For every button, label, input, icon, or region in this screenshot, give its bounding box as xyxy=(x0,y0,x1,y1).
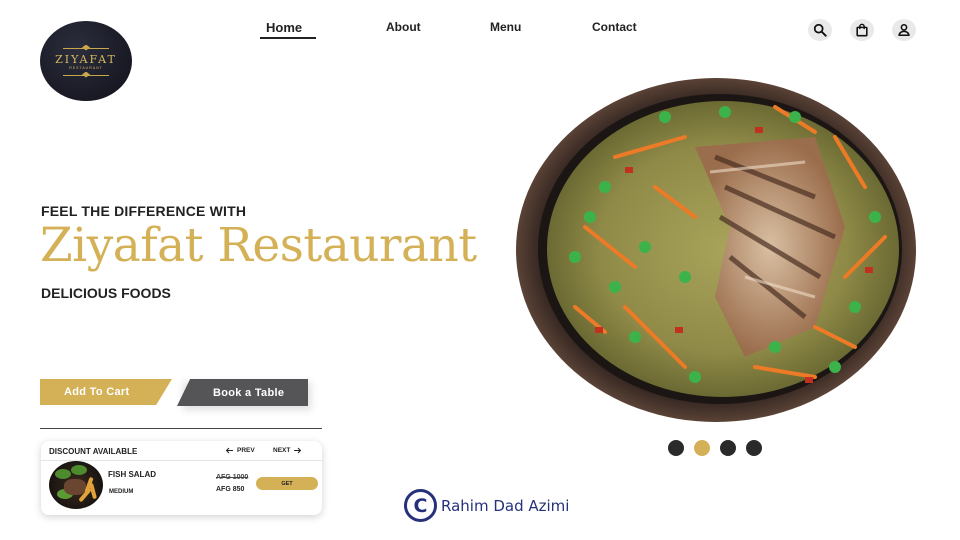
discounted-price: AFG 850 xyxy=(216,486,245,493)
dish-size: MEDIUM xyxy=(109,489,134,495)
nav-menu[interactable]: Menu xyxy=(490,20,521,34)
section-divider xyxy=(40,428,322,429)
lettuce-leaf xyxy=(55,469,71,479)
prev-button[interactable]: PREV xyxy=(225,447,255,454)
book-table-button[interactable]: Book a Table xyxy=(177,379,308,406)
discount-title: DISCOUNT AVAILABLE xyxy=(49,447,138,456)
logo-subtitle: RESTAURANT xyxy=(69,65,103,70)
add-to-cart-button[interactable]: Add To Cart xyxy=(40,379,172,405)
search-icon xyxy=(813,23,827,37)
hero-dish-image xyxy=(515,77,917,424)
hero-subline: DELICIOUS FOODS xyxy=(41,285,171,301)
user-icon xyxy=(898,23,910,37)
carousel-dot-3[interactable] xyxy=(720,440,736,456)
shopping-bag-icon xyxy=(856,23,868,37)
nav-contact[interactable]: Contact xyxy=(592,20,637,34)
logo-ornament-top xyxy=(63,45,109,51)
logo-name: ZIYAFAT xyxy=(55,52,117,66)
old-price: AFG 1000 xyxy=(216,474,249,481)
discount-card: DISCOUNT AVAILABLE PREV NEXT FISH SALAD … xyxy=(41,441,322,515)
card-separator xyxy=(41,460,322,461)
hero-tagline: FEEL THE DIFFERENCE WITH xyxy=(41,203,247,219)
credit-name: Rahim Dad Azimi xyxy=(441,496,570,515)
cart-button[interactable] xyxy=(850,19,874,41)
carousel-dot-1[interactable] xyxy=(668,440,684,456)
copyright-icon: C xyxy=(404,489,437,522)
get-button[interactable]: GET xyxy=(256,477,318,490)
logo-ornament-bottom xyxy=(63,72,109,78)
carousel-dot-2[interactable] xyxy=(694,440,710,456)
nav-about[interactable]: About xyxy=(386,20,421,34)
account-button[interactable] xyxy=(892,19,916,41)
next-button[interactable]: NEXT xyxy=(273,447,302,454)
next-label: NEXT xyxy=(273,447,291,454)
carousel-dot-4[interactable] xyxy=(746,440,762,456)
nav-home[interactable]: Home xyxy=(266,20,302,35)
rice-plate-illustration xyxy=(516,78,916,422)
arrow-right-icon xyxy=(294,447,302,454)
carousel-dots xyxy=(668,440,762,456)
dish-name: FISH SALAD xyxy=(108,470,156,479)
search-button[interactable] xyxy=(808,19,832,41)
nav-active-underline xyxy=(260,37,316,39)
designer-credit: C Rahim Dad Azimi xyxy=(404,489,569,522)
prev-label: PREV xyxy=(237,447,255,454)
lettuce-leaf xyxy=(71,465,87,475)
arrow-left-icon xyxy=(225,447,233,454)
hero-headline: Ziyafat Restaurant xyxy=(40,218,477,273)
fish-salad-image xyxy=(49,461,103,509)
